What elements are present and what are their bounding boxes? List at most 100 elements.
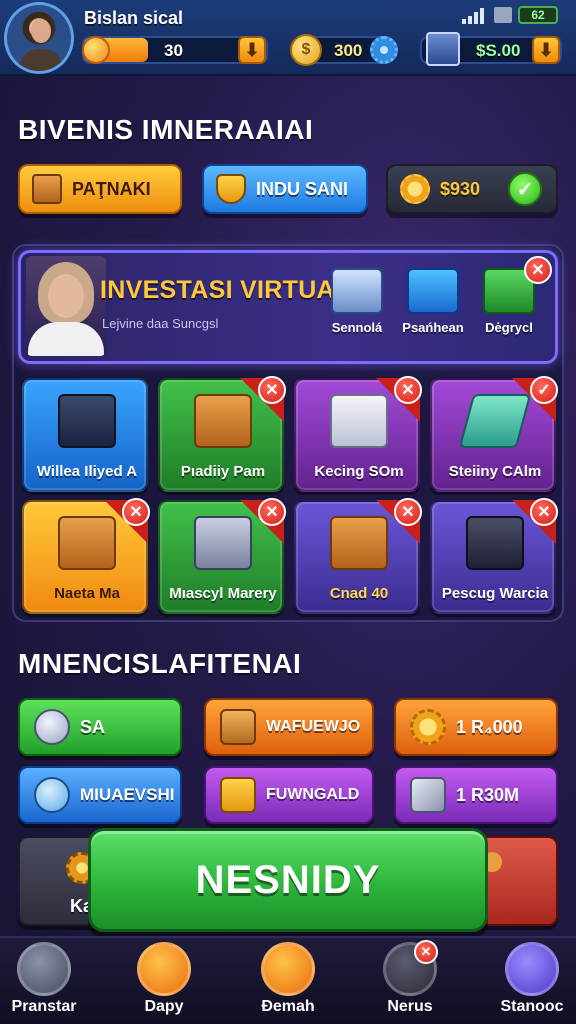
storage-icon: [494, 7, 512, 23]
gear-coin-button-label: 1 R₄000: [456, 716, 523, 737]
close-banner-button[interactable]: ✕: [524, 256, 552, 284]
xp-value: 30: [164, 41, 183, 60]
nav-label: Pranstar: [11, 998, 77, 1015]
banner-item-server[interactable]: Psańhean: [398, 268, 468, 335]
tile-label: Willea Iliyed A: [36, 463, 138, 480]
player-avatar[interactable]: [4, 2, 74, 74]
banner-title: INVESTASI VIRTUAL: [100, 276, 351, 304]
tile-close-button[interactable]: ✕: [394, 376, 422, 404]
earnings-button[interactable]: $930 ✓: [386, 164, 558, 214]
top-bar: Bislan sical 30 ⬇ $ 300 62 $S.00 ⬇: [0, 0, 576, 76]
main-cta-button[interactable]: NESNIDY: [88, 828, 488, 932]
section-title-secondary: MNENCISLAFITENAI: [18, 648, 302, 679]
shield-icon: [261, 942, 315, 996]
tile-label: Cnad 40: [329, 585, 389, 602]
crate-icon: [32, 174, 62, 204]
xp-orb-icon: [82, 36, 110, 64]
medal-button-label: SA: [80, 716, 106, 737]
briefcase-button[interactable]: WAFUEWJO: [204, 698, 374, 756]
store-icon: [505, 942, 559, 996]
nav-label: Stanooc: [500, 998, 564, 1015]
banner-subtitle: Lejvine daa Suncgsl: [102, 316, 219, 331]
shield-icon: [216, 174, 246, 204]
tile-investment[interactable]: Steiiny CAlm ✓: [430, 376, 558, 492]
advisor-face: [48, 274, 84, 318]
check-icon[interactable]: ✓: [508, 172, 543, 206]
tile-label: Mıascyl Marery: [169, 585, 277, 602]
tile-investment[interactable]: Mıascyl Marery ✕: [158, 498, 286, 614]
tile-label: Pescug Warcia: [441, 585, 549, 602]
tile-investment[interactable]: Pescug Warcia ✕: [430, 498, 558, 614]
cash-value: $S.00: [476, 41, 521, 60]
briefcase-button-label: WAFUEWJO: [266, 718, 361, 735]
nav-label: Dapy: [144, 998, 184, 1015]
section-title-business: BIVENIS IMNERAAIAI: [18, 114, 314, 145]
cash-stack-icon: [220, 777, 256, 813]
nav-label: Nerus: [387, 998, 433, 1015]
nav-item-shield[interactable]: Ɖemah: [238, 942, 338, 1016]
nav-item-pin[interactable]: Dapy: [114, 942, 214, 1016]
battery-indicator: 62: [518, 6, 558, 24]
coin-burst-icon: [400, 174, 430, 204]
advisor-suit: [28, 322, 104, 356]
tile-investment[interactable]: Kecing SOm ✕: [294, 376, 422, 492]
coin-counter: $ 300: [290, 34, 398, 66]
tile-close-button[interactable]: ✕: [530, 498, 558, 526]
wrench-button[interactable]: 1 R30M: [394, 766, 558, 824]
globe-icon: [34, 777, 70, 813]
tile-close-button[interactable]: ✕: [258, 498, 286, 526]
globe-button[interactable]: MIUAEVSHI: [18, 766, 182, 824]
settings-gear-icon[interactable]: [370, 36, 398, 64]
coin-icon: $: [290, 34, 322, 66]
nav-notification-badge: ✕: [414, 940, 438, 964]
cash-stack-button-label: FUWNGALD: [266, 786, 360, 803]
nav-item-home[interactable]: Pranstar: [0, 942, 94, 1016]
banner-item-label: Sennolá: [331, 320, 383, 335]
tile-investment[interactable]: Naeta Ma ✕: [22, 498, 150, 614]
banner-item-label: Dėgrycl: [485, 320, 533, 335]
signal-icon: [462, 8, 486, 24]
advisor-portrait: [26, 256, 106, 356]
banner-item-laptop[interactable]: Sennolá: [322, 268, 392, 335]
briefcase-icon: [220, 709, 256, 745]
gear-coin-button[interactable]: 1 R₄000: [394, 698, 558, 756]
tile-investment[interactable]: Cnad 40 ✕: [294, 498, 422, 614]
wrench-icon: [410, 777, 446, 813]
coin-value: 300: [334, 41, 363, 60]
tile-close-button[interactable]: ✕: [122, 498, 150, 526]
add-cash-button[interactable]: ⬇: [532, 36, 560, 64]
nav-label: Ɖemah: [261, 998, 315, 1015]
tile-label: Naeta Ma: [54, 585, 120, 602]
globe-button-label: MIUAEVSHI: [80, 785, 175, 804]
server-icon: [407, 268, 459, 314]
medal-button[interactable]: SA: [18, 698, 182, 756]
tile-label: Pıadiiy Pam: [180, 463, 266, 480]
tile-close-button[interactable]: ✕: [394, 498, 422, 526]
tile-label: Kecing SOm: [314, 463, 404, 480]
tile-close-button[interactable]: ✕: [258, 376, 286, 404]
tile-check-button[interactable]: ✓: [530, 376, 558, 404]
tile-investment[interactable]: Willea Iliyed A: [22, 378, 148, 492]
player-name: Bislan sical: [84, 8, 184, 28]
nav-item-store[interactable]: Stanooc: [482, 942, 576, 1016]
add-xp-button[interactable]: ⬇: [238, 36, 266, 64]
tile-label: Steiiny CAlm: [448, 463, 542, 480]
chart-monitor-icon: [58, 394, 116, 448]
avatar-face: [31, 19, 51, 43]
gear-coin-icon: [410, 709, 446, 745]
cash-register-icon: [426, 32, 460, 66]
pin-icon: [137, 942, 191, 996]
tile-investment[interactable]: Pıadiiy Pam ✕: [158, 376, 286, 492]
shield-button-label: INDU SANI: [256, 178, 349, 199]
laptop-icon: [331, 268, 383, 314]
wrench-button-label: 1 R30M: [456, 784, 520, 805]
crate-button[interactable]: PAŢNAKI: [18, 164, 182, 214]
cash-stack-button[interactable]: FUWNGALD: [204, 766, 374, 824]
home-icon: [17, 942, 71, 996]
avatar-body: [19, 49, 63, 71]
banner-item-label: Psańhean: [402, 320, 464, 335]
earnings-value: $930: [440, 178, 481, 199]
crate-button-label: PAŢNAKI: [72, 178, 151, 199]
shield-button[interactable]: INDU SANI: [202, 164, 368, 214]
nav-item-edit[interactable]: Nerus: [360, 942, 460, 1016]
